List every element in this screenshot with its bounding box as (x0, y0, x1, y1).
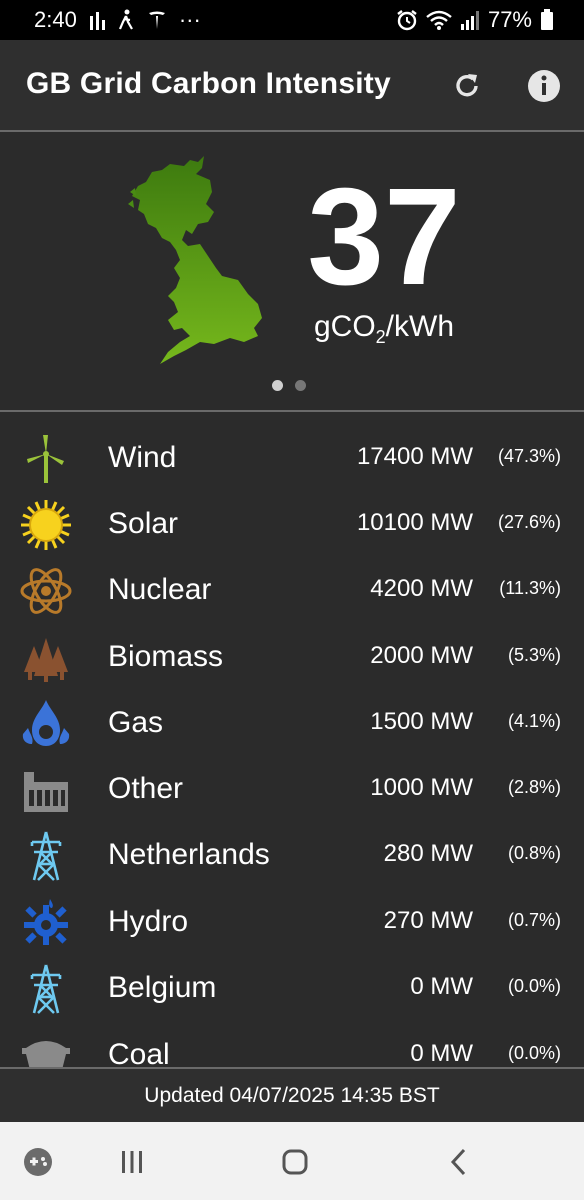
signal-bars-icon (89, 12, 105, 30)
great-britain-map-icon (128, 156, 262, 364)
pylon-icon (30, 831, 62, 881)
refresh-button[interactable] (447, 66, 487, 106)
cell-signal-icon (460, 11, 479, 30)
battery-percent: 77% (487, 7, 532, 32)
source-name: Belgium (108, 971, 217, 1004)
source-percent: (4.1%) (507, 711, 561, 731)
source-mw: 10100 MW (356, 509, 473, 536)
atom-icon (20, 568, 72, 614)
info-button[interactable] (524, 66, 564, 106)
source-percent: (0.7%) (507, 910, 561, 930)
carbon-intensity-unit: gCO2/kWh (313, 310, 455, 347)
more-notifications-icon: ··· (178, 7, 201, 32)
tesla-icon (148, 11, 165, 29)
source-name: Netherlands (108, 838, 270, 871)
source-name: Other (108, 772, 184, 805)
source-mw: 4200 MW (370, 575, 473, 602)
status-time: 2:40 (34, 7, 77, 32)
trees-icon (24, 638, 68, 682)
list-item-netherlands: Netherlands 280 MW (0.8%) (0, 822, 584, 888)
source-percent: (11.3%) (499, 578, 561, 598)
generation-mix-list: Wind 17400 MW (47.3%) Solar 10100 MW (27… (0, 412, 584, 1067)
intensity-panel[interactable]: 37 gCO2/kWh (0, 132, 584, 412)
source-mw: 1000 MW (370, 774, 473, 801)
app-bar: GB Grid Carbon Intensity (0, 40, 584, 132)
game-launcher-button[interactable] (18, 1142, 58, 1182)
wind-turbine-icon (27, 435, 64, 483)
list-item-gas: Gas 1500 MW (4.1%) (0, 690, 584, 756)
recent-apps-icon (122, 1151, 142, 1173)
source-name: Hydro (108, 905, 189, 938)
system-navigation-bar (0, 1122, 584, 1200)
source-name: Gas (108, 706, 164, 739)
source-name: Nuclear (108, 573, 212, 606)
list-item-belgium: Belgium 0 MW (0.0%) (0, 955, 584, 1021)
flame-icon (22, 700, 70, 746)
pylon-icon (30, 964, 62, 1014)
source-name: Coal (108, 1038, 170, 1067)
back-icon (450, 1148, 466, 1176)
source-mw: 1500 MW (370, 708, 473, 735)
updated-timestamp: Updated 04/07/2025 14:35 BST (144, 1084, 440, 1107)
wifi-icon (426, 10, 452, 30)
battery-icon (541, 9, 553, 30)
source-mw: 280 MW (383, 840, 473, 867)
source-percent: (27.6%) (497, 512, 561, 532)
coal-cart-icon (22, 1041, 70, 1067)
list-item-wind: Wind 17400 MW (47.3%) (0, 425, 584, 491)
source-name: Solar (108, 507, 179, 540)
list-item-biomass: Biomass 2000 MW (5.3%) (0, 624, 584, 690)
update-footer: Updated 04/07/2025 14:35 BST (0, 1067, 584, 1123)
gamepad-icon (24, 1148, 52, 1176)
source-percent: (5.3%) (507, 645, 561, 665)
status-bar: 2:40 ··· 77% (0, 0, 584, 40)
source-percent: (0.0%) (507, 1043, 561, 1063)
info-icon (528, 70, 560, 102)
source-mw: 0 MW (410, 1040, 473, 1067)
source-mw: 270 MW (383, 907, 473, 934)
source-percent: (47.3%) (497, 446, 561, 466)
home-button[interactable] (275, 1142, 315, 1182)
sun-icon (21, 500, 71, 550)
source-percent: (0.0%) (507, 976, 561, 996)
source-percent: (2.8%) (507, 777, 561, 797)
carbon-intensity-value: 37 (307, 160, 461, 314)
source-mw: 17400 MW (356, 443, 473, 470)
source-mw: 2000 MW (370, 642, 473, 669)
source-name: Biomass (108, 640, 224, 673)
walking-person-icon (118, 9, 133, 30)
home-icon (282, 1149, 308, 1175)
source-percent: (0.8%) (507, 843, 561, 863)
list-item-coal: Coal 0 MW (0.0%) (0, 1022, 584, 1067)
list-item-hydro: Hydro 270 MW (0.7%) (0, 889, 584, 955)
list-item-solar: Solar 10100 MW (27.6%) (0, 491, 584, 557)
page-dot[interactable] (295, 380, 306, 391)
list-item-other: Other 1000 MW (2.8%) (0, 756, 584, 822)
water-wheel-icon (24, 899, 68, 945)
refresh-icon (456, 74, 478, 97)
factory-icon (24, 772, 68, 812)
page-indicator (272, 380, 306, 391)
source-name: Wind (108, 441, 177, 474)
alarm-clock-icon (397, 10, 417, 31)
recent-apps-button[interactable] (112, 1142, 152, 1182)
back-button[interactable] (439, 1142, 479, 1182)
list-item-nuclear: Nuclear 4200 MW (11.3%) (0, 557, 584, 623)
page-dot-active[interactable] (272, 380, 283, 391)
source-mw: 0 MW (410, 973, 473, 1000)
app-title: GB Grid Carbon Intensity (26, 67, 391, 100)
